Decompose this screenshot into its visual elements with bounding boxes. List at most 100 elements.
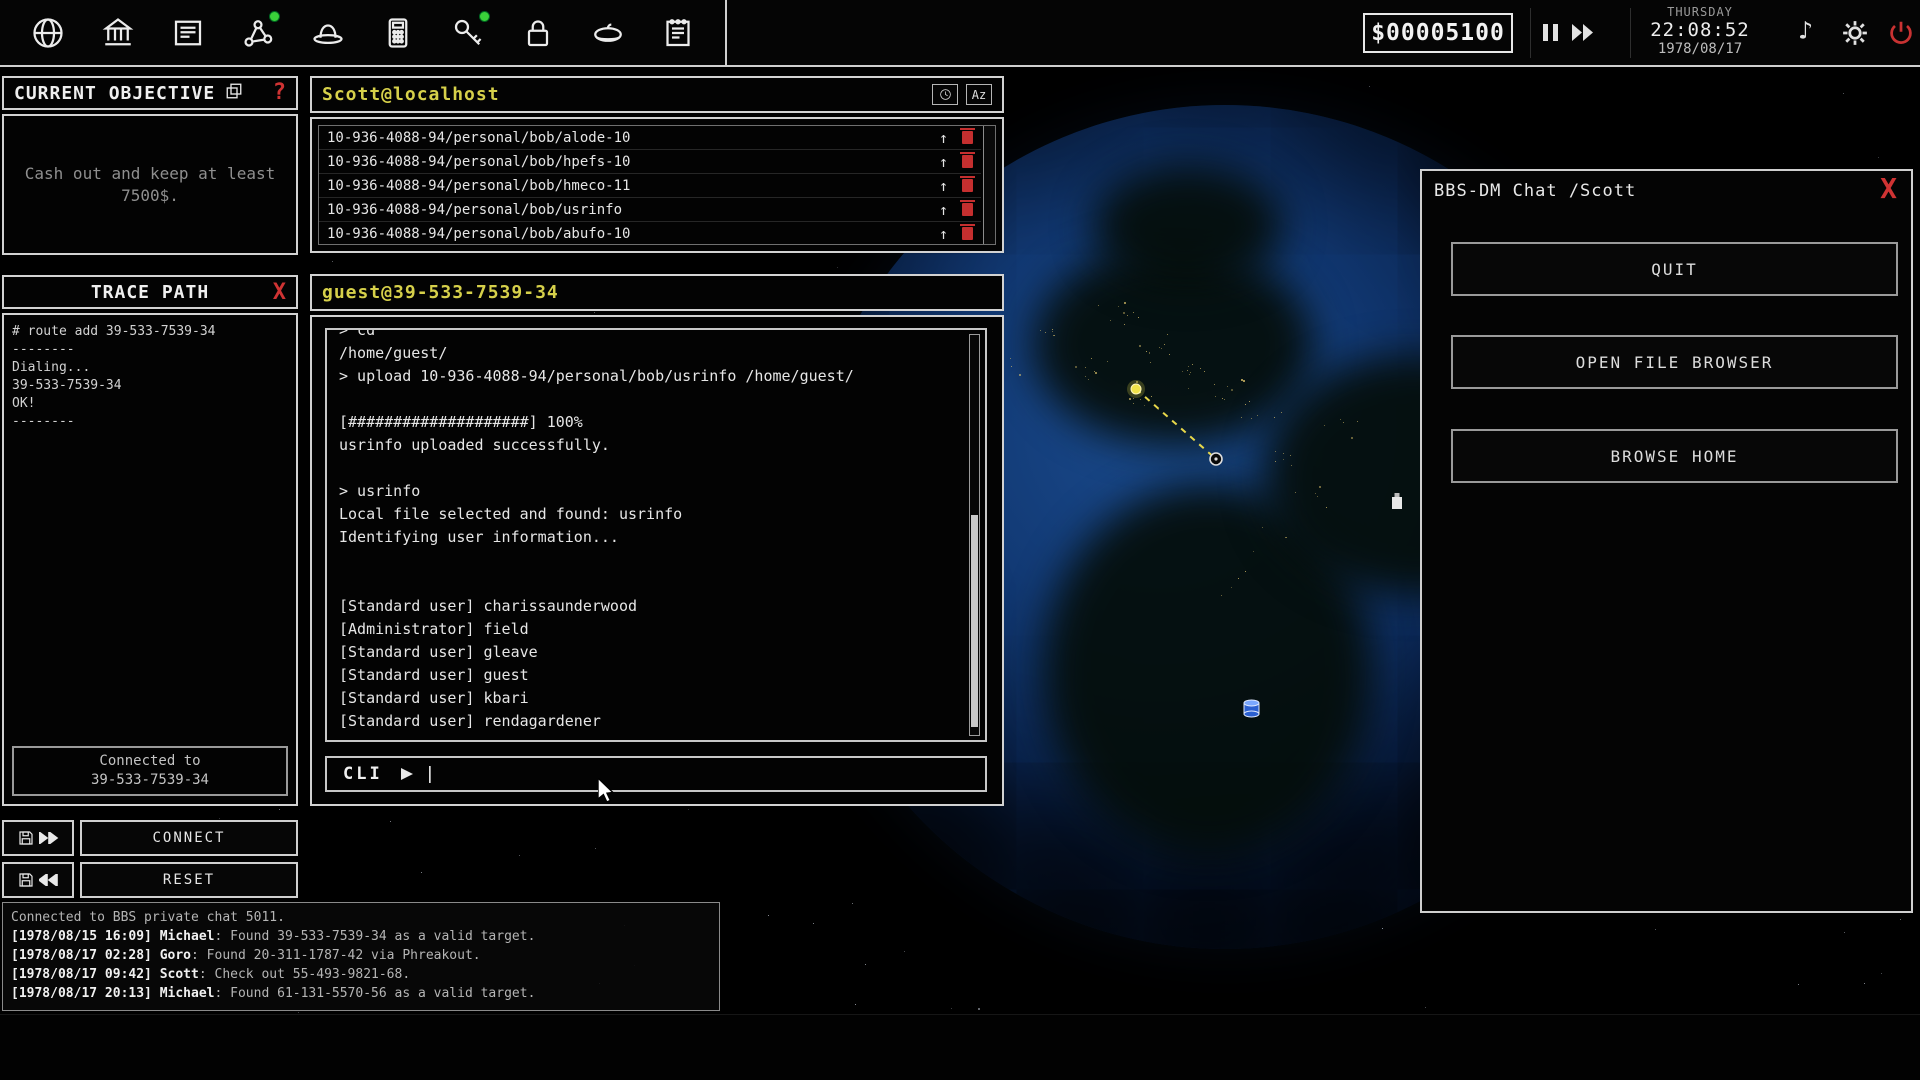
upload-icon[interactable]: ↑ <box>939 153 948 171</box>
agent-icon[interactable] <box>304 9 352 57</box>
prompt-arrow-icon <box>401 766 415 782</box>
origin-node[interactable] <box>1127 380 1145 398</box>
phreak-device-icon[interactable] <box>374 9 422 57</box>
terminal-scrollbar[interactable] <box>969 334 980 736</box>
log-author: [1978/08/15 16:09] Michael <box>11 929 215 944</box>
trace-log: # route add 39-533-7539-34 -------- Dialin… <box>12 323 288 431</box>
terminal-line <box>339 572 973 595</box>
sort-by-time-button[interactable] <box>932 84 958 105</box>
trace-line: -------- <box>12 413 288 431</box>
delete-icon[interactable] <box>962 179 973 192</box>
delete-icon[interactable] <box>962 203 973 216</box>
bbs-log-panel: Connected to BBS private chat 5011. [197… <box>2 902 720 1011</box>
objective-help-button[interactable]: ? <box>273 82 286 104</box>
money-display: $00005100 <box>1363 13 1513 53</box>
connected-status: Connected to 39-533-7539-34 <box>12 746 288 796</box>
objective-text: Cash out and keep at least 7500$. <box>22 163 278 207</box>
map-database-icon[interactable] <box>1244 700 1259 717</box>
cli-label: CLI <box>327 764 401 784</box>
game-clock: THURSDAY 22:08:52 1978/08/17 <box>1640 5 1760 57</box>
file-name: 10-936-4088-94/personal/bob/usrinfo <box>327 202 939 218</box>
pause-button[interactable] <box>1543 24 1558 41</box>
cli-input[interactable]: CLI | <box>325 756 987 792</box>
file-row[interactable]: 10-936-4088-94/personal/bob/hpefs-10 ↑ <box>319 150 981 174</box>
open-file-browser-button[interactable]: OPEN FILE BROWSER <box>1451 335 1898 389</box>
bank-icon[interactable] <box>94 9 142 57</box>
connected-label: Connected to <box>14 752 286 771</box>
toolbar-separator <box>725 0 727 65</box>
game-screen: $00005100 THURSDAY 22:08:52 1978/08/17 ♪… <box>0 0 1920 1080</box>
browse-home-button[interactable]: BROWSE HOME <box>1451 429 1898 483</box>
file-name: 10-936-4088-94/personal/bob/abufo-10 <box>327 226 939 242</box>
toolbar-divider <box>1530 8 1531 58</box>
upload-icon[interactable]: ↑ <box>939 129 948 147</box>
objective-header: CURRENT OBJECTIVE ? <box>2 76 298 110</box>
trace-line: 39-533-7539-34 <box>12 377 288 395</box>
file-list: 10-936-4088-94/personal/bob/alode-10 ↑ 1… <box>318 125 996 245</box>
terminal-line: > usrinfo <box>339 480 973 503</box>
target-node[interactable] <box>1210 453 1222 465</box>
chat-close-button[interactable]: X <box>1880 175 1897 203</box>
delete-icon[interactable] <box>962 227 973 240</box>
trace-body: # route add 39-533-7539-34 -------- Dialin… <box>2 313 298 806</box>
terminal-line: [Standard user] guest <box>339 664 973 687</box>
terminal-output[interactable]: > cd/home/guest/> upload 10-936-4088-94/… <box>325 328 987 742</box>
terminal-line: /home/guest/ <box>339 342 973 365</box>
terminal-line: > upload 10-936-4088-94/personal/bob/usr… <box>339 365 973 388</box>
log-line: [1978/08/15 16:09] Michael: Found 39-533… <box>11 927 711 946</box>
lock-icon[interactable] <box>514 9 562 57</box>
trace-line: # route add 39-533-7539-34 <box>12 323 288 341</box>
terminal-line <box>339 457 973 480</box>
upload-icon[interactable]: ↑ <box>939 177 948 195</box>
clock-time: 22:08:52 <box>1640 19 1760 41</box>
upload-icon[interactable]: ↑ <box>939 201 948 219</box>
terminal-line: [Standard user] charissaunderwood <box>339 595 973 618</box>
terminal-line: [Administrator] field <box>339 618 973 641</box>
top-toolbar: $00005100 THURSDAY 22:08:52 1978/08/17 ♪ <box>0 0 1920 67</box>
sort-alphabetical-button[interactable]: Az <box>966 84 992 105</box>
key-icon[interactable] <box>444 9 492 57</box>
news-icon[interactable] <box>164 9 212 57</box>
file-list-scrollbar[interactable] <box>983 126 995 244</box>
fast-forward-button[interactable] <box>1572 24 1596 45</box>
power-icon[interactable] <box>1886 18 1916 52</box>
terminal-scroll-thumb[interactable] <box>971 515 978 727</box>
file-row[interactable]: 10-936-4088-94/personal/bob/alode-10 ↑ <box>319 126 981 150</box>
terminal-line <box>339 549 973 572</box>
delete-icon[interactable] <box>962 155 973 168</box>
globe-icon[interactable] <box>24 9 72 57</box>
terminal-line <box>339 388 973 411</box>
terminal-line: [Standard user] rendagardener <box>339 710 973 733</box>
terminal-lines: > cd/home/guest/> upload 10-936-4088-94/… <box>339 328 973 733</box>
delete-icon[interactable] <box>962 131 973 144</box>
file-row[interactable]: 10-936-4088-94/personal/bob/hmeco-11 ↑ <box>319 174 981 198</box>
trace-title: TRACE PATH <box>91 282 209 303</box>
file-panel-body: 10-936-4088-94/personal/bob/alode-10 ↑ 1… <box>310 117 1004 253</box>
network-icon[interactable] <box>234 9 282 57</box>
notes-icon[interactable] <box>654 9 702 57</box>
music-icon[interactable]: ♪ <box>1798 16 1813 45</box>
log-line: Connected to BBS private chat 5011. <box>11 908 711 927</box>
file-row[interactable]: 10-936-4088-94/personal/bob/abufo-10 ↑ <box>319 222 981 245</box>
connect-button[interactable]: CONNECT <box>80 820 298 856</box>
reset-button[interactable]: RESET <box>80 862 298 898</box>
popout-window-icon[interactable] <box>225 82 243 104</box>
file-row[interactable]: 10-936-4088-94/personal/bob/usrinfo ↑ <box>319 198 981 222</box>
trace-line: OK! <box>12 395 288 413</box>
log-text: : Found 20-311-1787-42 via Phreakout. <box>191 948 481 963</box>
terminal-line: [####################] 100% <box>339 411 973 434</box>
save-forward-button[interactable] <box>2 820 74 856</box>
map-device-icon[interactable] <box>1392 493 1402 509</box>
gear-icon[interactable] <box>1840 18 1870 52</box>
clock-date: 1978/08/17 <box>1640 41 1760 57</box>
terminal-panel: > cd/home/guest/> upload 10-936-4088-94/… <box>310 315 1004 806</box>
save-rewind-button[interactable] <box>2 862 74 898</box>
trace-line: Dialing... <box>12 359 288 377</box>
terminal-line: [Standard user] kbari <box>339 687 973 710</box>
upload-icon[interactable]: ↑ <box>939 225 948 243</box>
trace-close-button[interactable]: X <box>273 282 286 304</box>
log-text: : Found 61-131-5570-56 as a valid target… <box>215 986 536 1001</box>
notification-badge <box>479 11 490 22</box>
disguise-icon[interactable] <box>584 9 632 57</box>
quit-button[interactable]: QUIT <box>1451 242 1898 296</box>
